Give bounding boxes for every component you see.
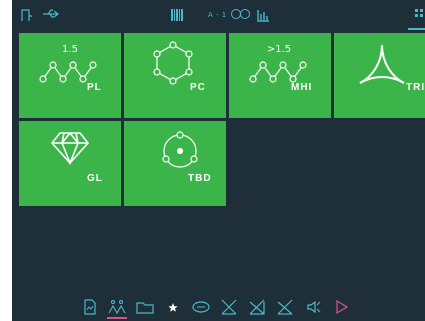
tile-pl-top-label: 1.5 bbox=[62, 44, 78, 55]
door-icon[interactable] bbox=[20, 8, 34, 22]
grid-menu-icon[interactable] bbox=[414, 8, 425, 22]
tile-tri[interactable]: TRI bbox=[334, 33, 425, 118]
tile-mhi-top-label: >1.5 bbox=[266, 44, 292, 55]
cross-box-icon[interactable] bbox=[218, 296, 240, 318]
slash-box-icon[interactable] bbox=[246, 296, 268, 318]
tile-gl[interactable]: GL bbox=[19, 121, 121, 206]
tile-tbd-code: TBD bbox=[188, 173, 212, 184]
tile-tri-code: TRI bbox=[406, 82, 425, 93]
circle-nodes-icon bbox=[162, 131, 198, 168]
ring-molecule-icon bbox=[153, 41, 193, 85]
slash-box-2-icon[interactable] bbox=[274, 296, 296, 318]
tile-pl[interactable]: 1.5 PL bbox=[19, 33, 121, 118]
active-tab-indicator bbox=[107, 317, 127, 319]
folder-icon[interactable] bbox=[134, 296, 156, 318]
tile-pc[interactable]: PC bbox=[124, 33, 226, 118]
molecule-icon[interactable] bbox=[106, 296, 128, 318]
star-icon[interactable] bbox=[162, 296, 184, 318]
tile-pc-code: PC bbox=[190, 82, 206, 93]
barcode-icon[interactable] bbox=[170, 8, 184, 22]
mode-label: A - 1 bbox=[208, 11, 227, 19]
document-icon[interactable] bbox=[79, 296, 101, 318]
tri-arc-icon bbox=[359, 44, 405, 84]
diamond-icon bbox=[50, 132, 90, 165]
tile-pl-code: PL bbox=[87, 82, 102, 93]
grid-menu-underline bbox=[408, 28, 425, 30]
dual-circle-icon[interactable] bbox=[230, 8, 252, 20]
usb-icon[interactable] bbox=[42, 8, 60, 20]
speaker-icon[interactable] bbox=[302, 296, 324, 318]
app-frame: A - 1 1.5 PL PC >1.5 MHI TRI GL TBD bbox=[0, 0, 425, 321]
tile-mhi[interactable]: >1.5 MHI bbox=[229, 33, 331, 118]
tile-tbd[interactable]: TBD bbox=[124, 121, 226, 206]
screen: A - 1 1.5 PL PC >1.5 MHI TRI GL TBD bbox=[12, 0, 425, 321]
top-bar: A - 1 bbox=[12, 0, 425, 30]
tile-mhi-code: MHI bbox=[291, 82, 313, 93]
tile-gl-code: GL bbox=[87, 173, 103, 184]
chart-icon[interactable] bbox=[256, 8, 270, 22]
speech-icon[interactable] bbox=[190, 296, 212, 318]
bottom-bar bbox=[12, 292, 425, 321]
play-icon[interactable] bbox=[330, 296, 352, 318]
